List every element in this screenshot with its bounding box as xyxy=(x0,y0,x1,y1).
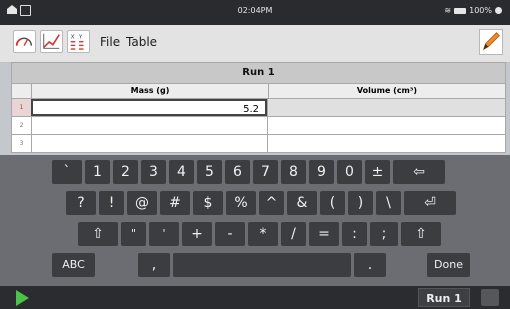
key-comma[interactable]: , xyxy=(138,253,170,277)
pencil-icon[interactable] xyxy=(479,29,503,55)
key-8[interactable]: 8 xyxy=(281,160,306,184)
play-icon[interactable] xyxy=(16,290,29,306)
row-number-header xyxy=(12,84,31,98)
key-1[interactable]: 1 xyxy=(85,160,110,184)
key-paren-open[interactable]: ( xyxy=(320,191,345,215)
key-0[interactable]: 0 xyxy=(337,160,362,184)
status-bar: 02:04PM ≋ 100% xyxy=(0,0,510,25)
key-plus-minus[interactable]: ± xyxy=(365,160,390,184)
shift-key-left[interactable]: ⇧ xyxy=(78,222,118,246)
enter-key[interactable]: ⏎ xyxy=(404,191,456,215)
svg-text:X: X xyxy=(71,34,75,40)
key-hash[interactable]: # xyxy=(160,191,190,215)
wifi-icon: ≋ xyxy=(444,6,452,15)
key-exclamation[interactable]: ! xyxy=(99,191,124,215)
mass-cell[interactable] xyxy=(31,135,267,152)
table-row[interactable]: 1 5.2 xyxy=(11,99,506,117)
key-2[interactable]: 2 xyxy=(113,160,138,184)
key-4[interactable]: 4 xyxy=(169,160,194,184)
key-3[interactable]: 3 xyxy=(141,160,166,184)
run-selector-button[interactable]: Run 1 xyxy=(418,288,470,307)
key-6[interactable]: 6 xyxy=(225,160,250,184)
key-slash[interactable]: / xyxy=(281,222,306,246)
on-screen-keyboard: ` 1 2 3 4 5 6 7 8 9 0 ± ⇦ ? ! @ # $ % ^ … xyxy=(0,155,510,286)
key-equals[interactable]: = xyxy=(309,222,339,246)
save-icon[interactable] xyxy=(481,289,499,306)
table-row[interactable]: 2 xyxy=(11,117,506,135)
meter-view-icon[interactable] xyxy=(13,30,36,53)
key-question[interactable]: ? xyxy=(66,191,96,215)
bottom-bar: Run 1 xyxy=(0,286,510,309)
volume-cell[interactable] xyxy=(267,135,505,152)
shift-key-right[interactable]: ⇧ xyxy=(401,222,441,246)
key-double-quote[interactable]: " xyxy=(121,222,146,246)
key-colon[interactable]: : xyxy=(342,222,367,246)
table-row[interactable]: 3 xyxy=(11,135,506,153)
row-number: 1 xyxy=(12,99,31,116)
svg-text:Y: Y xyxy=(78,34,83,40)
key-caret[interactable]: ^ xyxy=(259,191,284,215)
clock: 02:04PM xyxy=(237,6,273,15)
mass-cell-editing[interactable]: 5.2 xyxy=(31,99,267,116)
key-dollar[interactable]: $ xyxy=(193,191,223,215)
battery-icon xyxy=(454,7,467,14)
key-period[interactable]: . xyxy=(354,253,386,277)
column-header-mass[interactable]: Mass (g) xyxy=(31,84,268,98)
run-title: Run 1 xyxy=(11,62,506,83)
file-menu[interactable]: File xyxy=(100,35,120,49)
key-backslash[interactable]: \ xyxy=(376,191,401,215)
key-5[interactable]: 5 xyxy=(197,160,222,184)
space-bar[interactable] xyxy=(173,253,351,277)
key-ampersand[interactable]: & xyxy=(287,191,317,215)
row-number: 2 xyxy=(19,122,24,129)
key-7[interactable]: 7 xyxy=(253,160,278,184)
key-9[interactable]: 9 xyxy=(309,160,334,184)
table-menu[interactable]: Table xyxy=(126,35,157,49)
key-backtick[interactable]: ` xyxy=(52,160,82,184)
key-asterisk[interactable]: * xyxy=(248,222,278,246)
key-at[interactable]: @ xyxy=(127,191,157,215)
gear-icon[interactable] xyxy=(495,7,502,14)
key-semicolon[interactable]: ; xyxy=(370,222,398,246)
volume-cell[interactable] xyxy=(267,117,505,134)
key-plus[interactable]: + xyxy=(182,222,212,246)
graph-view-icon[interactable] xyxy=(40,30,63,53)
backspace-key[interactable]: ⇦ xyxy=(393,160,445,184)
volume-cell[interactable] xyxy=(267,99,505,116)
done-key[interactable]: Done xyxy=(427,253,470,277)
row-number: 3 xyxy=(19,140,24,147)
key-paren-close[interactable]: ) xyxy=(348,191,373,215)
abc-key[interactable]: ABC xyxy=(52,253,95,277)
toolbar: X Y File Table xyxy=(0,25,510,63)
key-single-quote[interactable]: ' xyxy=(149,222,179,246)
data-table: Run 1 Mass (g) Volume (cm³) 1 5.2 2 3 xyxy=(11,62,506,153)
battery-level: 100% xyxy=(469,6,492,15)
column-header-volume[interactable]: Volume (cm³) xyxy=(268,84,505,98)
status-right: ≋ 100% xyxy=(444,6,502,15)
table-header: Mass (g) Volume (cm³) xyxy=(11,83,506,99)
table-view-icon[interactable]: X Y xyxy=(67,30,90,53)
key-minus[interactable]: - xyxy=(215,222,245,246)
key-percent[interactable]: % xyxy=(226,191,256,215)
mass-cell[interactable] xyxy=(31,117,267,134)
